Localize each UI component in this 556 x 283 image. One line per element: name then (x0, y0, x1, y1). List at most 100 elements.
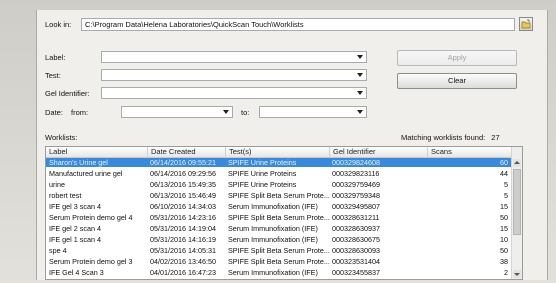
column-header-tests[interactable]: Test(s) (226, 147, 330, 157)
cell-scans: 2 (504, 268, 508, 277)
cell-label: Serum Protein demo gel 4 (49, 213, 133, 222)
cell-gel-identifier: 000329759348 (332, 191, 380, 200)
column-header-date-created[interactable]: Date Created (148, 147, 226, 157)
cell-label: robert test (49, 191, 82, 200)
table-row[interactable]: Serum Protein demo gel 4 05/31/2016 14:23… (46, 213, 512, 222)
table-row[interactable]: urine 06/13/2016 15:49:35 SPIFE Urine Prot… (46, 180, 512, 189)
cell-gel-identifier: 000329495807 (332, 202, 380, 211)
date-from-label: from: (71, 108, 89, 117)
cell-gel-identifier: 000328630675 (332, 235, 380, 244)
table-row[interactable]: robert test 06/13/2016 15:46:49 SPIFE Spli… (46, 191, 512, 200)
table-row[interactable]: IFE gel 2 scan 4 05/31/2016 14:19:04 Serum… (46, 224, 512, 233)
look-in-label: Look in: (45, 20, 72, 29)
cell-scans: 44 (500, 169, 508, 178)
matching-count-value: 27 (491, 133, 500, 142)
cell-date-created: 06/14/2016 09:29:56 (150, 169, 216, 178)
test-filter-label: Test: (45, 71, 61, 80)
column-header-gel-identifier[interactable]: Gel Identifier (330, 147, 428, 157)
cell-date-created: 04/02/2016 13:46:50 (150, 257, 216, 266)
cell-tests: SPIFE Split Beta Serum Prote... (228, 213, 330, 222)
cell-scans: 10 (500, 235, 508, 244)
cell-gel-identifier: 000323531404 (332, 257, 380, 266)
column-header-scans[interactable]: Scans (428, 147, 512, 157)
cell-label: IFE gel 3 scan 4 (49, 202, 101, 211)
cell-date-created: 06/13/2016 15:46:49 (150, 191, 216, 200)
clear-button[interactable]: Clear (397, 73, 517, 89)
cell-date-created: 04/01/2016 16:47:23 (150, 268, 216, 277)
cell-label: Serum Protein demo gel 3 (49, 257, 133, 266)
date-to-combo[interactable] (259, 106, 367, 118)
cell-gel-identifier: 000329759469 (332, 180, 380, 189)
gel-identifier-combo[interactable] (101, 87, 367, 99)
cell-tests: Serum Immunofixation (IFE) (228, 268, 318, 277)
worklists-table[interactable]: Label Date Created Test(s) Gel Identifie… (45, 146, 523, 280)
cell-date-created: 05/31/2016 14:05:31 (150, 246, 216, 255)
cell-label: Sharon's Urine gel (49, 158, 108, 167)
cell-tests: SPIFE Urine Proteins (228, 169, 297, 178)
table-row[interactable]: spe 4 05/31/2016 14:05:31 SPIFE Split Beta… (46, 246, 512, 255)
cell-date-created: 05/31/2016 14:16:19 (150, 235, 216, 244)
chevron-down-icon (223, 110, 229, 114)
cell-tests: SPIFE Split Beta Serum Prote... (228, 246, 330, 255)
apply-button[interactable]: Apply (397, 50, 517, 66)
cell-gel-identifier: 000329823116 (332, 169, 380, 178)
photo-frame: Look in: C:\Program Data\Helena Laborato… (0, 0, 556, 283)
table-row[interactable]: Serum Protein demo gel 3 04/02/2016 13:46… (46, 257, 512, 266)
cell-tests: Serum Immunofixation (IFE) (228, 235, 318, 244)
cell-scans: 15 (500, 224, 508, 233)
matching-count-text: Matching worklists found: 27 (401, 133, 500, 142)
cell-scans: 38 (500, 257, 508, 266)
cell-label: urine (49, 180, 65, 189)
cell-label: Manufactured urine gel (49, 169, 123, 178)
test-filter-combo[interactable] (101, 69, 367, 81)
cell-scans: 50 (500, 246, 508, 255)
scroll-thumb[interactable] (513, 169, 521, 235)
cell-tests: SPIFE Split Beta Serum Prote... (228, 257, 330, 266)
cell-date-created: 06/13/2016 15:49:35 (150, 180, 216, 189)
cell-scans: 15 (500, 202, 508, 211)
worklists-label: Worklists: (45, 133, 78, 142)
chevron-down-icon (357, 73, 363, 77)
table-row[interactable]: Sharon's Urine gel 06/14/2016 09:55:21 SPI… (46, 158, 512, 167)
cell-tests: SPIFE Split Beta Serum Prote... (228, 191, 330, 200)
matching-count-label: Matching worklists found: (401, 133, 486, 142)
cell-gel-identifier: 000323455837 (332, 268, 380, 277)
browse-folder-icon[interactable] (519, 17, 533, 31)
look-in-path-field[interactable]: C:\Program Data\Helena Laboratories\Quic… (81, 18, 515, 31)
cell-date-created: 05/31/2016 14:19:04 (150, 224, 216, 233)
cell-tests: SPIFE Urine Proteins (228, 158, 297, 167)
cell-gel-identifier: 000328631211 (332, 213, 380, 222)
cell-label: IFE gel 2 scan 4 (49, 224, 101, 233)
chevron-down-icon (357, 55, 363, 59)
date-to-label: to: (241, 108, 250, 117)
column-header-label[interactable]: Label (46, 147, 148, 157)
cell-date-created: 06/14/2016 09:55:21 (150, 158, 216, 167)
chevron-down-icon (357, 110, 363, 114)
chevron-down-icon (357, 91, 363, 95)
cell-gel-identifier: 000329824608 (332, 158, 380, 167)
vertical-scrollbar[interactable] (511, 147, 522, 279)
cell-tests: Serum Immunofixation (IFE) (228, 224, 318, 233)
table-header: Label Date Created Test(s) Gel Identifie… (46, 147, 512, 158)
table-row[interactable]: IFE gel 1 scan 4 05/31/2016 14:16:19 Serum… (46, 235, 512, 244)
table-row[interactable]: IFE Gel 4 Scan 3 04/01/2016 16:47:23 Serum… (46, 268, 512, 277)
cell-scans: 60 (500, 158, 508, 167)
table-row[interactable]: IFE gel 3 scan 4 06/10/2016 14:34:03 Serum… (46, 202, 512, 211)
cell-date-created: 05/31/2016 14:23:16 (150, 213, 216, 222)
date-from-combo[interactable] (121, 106, 233, 118)
cell-scans: 50 (500, 213, 508, 222)
scroll-down-arrow[interactable] (513, 270, 521, 278)
cell-gel-identifier: 000328630937 (332, 224, 380, 233)
scroll-up-arrow[interactable] (513, 159, 521, 167)
cell-label: IFE gel 1 scan 4 (49, 235, 101, 244)
worklist-dialog: Look in: C:\Program Data\Helena Laborato… (36, 10, 548, 280)
label-filter-combo[interactable] (101, 51, 367, 63)
cell-gel-identifier: 000328630093 (332, 246, 380, 255)
table-row[interactable]: Manufactured urine gel 06/14/2016 09:29:5… (46, 169, 512, 178)
label-filter-label: Label: (45, 53, 66, 62)
gel-identifier-label: Gel Identifier: (45, 89, 90, 98)
cell-scans: 5 (504, 191, 508, 200)
cell-label: spe 4 (49, 246, 67, 255)
cell-date-created: 06/10/2016 14:34:03 (150, 202, 216, 211)
cell-tests: SPIFE Urine Proteins (228, 180, 297, 189)
